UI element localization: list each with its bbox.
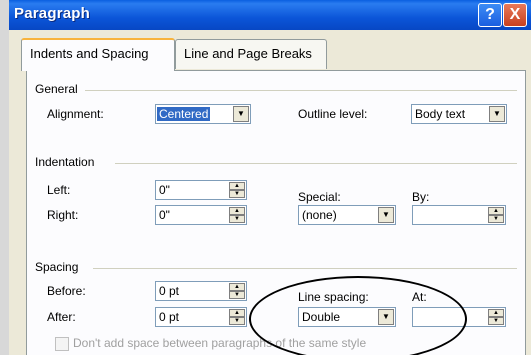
divider	[115, 163, 517, 164]
spin-up-icon[interactable]: ▲	[488, 207, 504, 215]
spin-up-icon[interactable]: ▲	[229, 182, 245, 190]
spin-down-icon[interactable]: ▼	[229, 317, 245, 325]
group-heading-spacing: Spacing	[35, 260, 79, 274]
by-label: By:	[412, 190, 430, 204]
right-indent-value: 0"	[159, 208, 170, 222]
right-indent-label: Right:	[47, 208, 79, 222]
chevron-down-icon[interactable]: ▼	[233, 106, 249, 122]
outline-level-dropdown[interactable]: Body text ▼	[411, 104, 507, 124]
spacing-after-value: 0 pt	[159, 310, 180, 324]
spin-up-icon[interactable]: ▲	[229, 207, 245, 215]
title-bar: Paragraph ? X	[9, 0, 531, 30]
spacing-after-stepper[interactable]: 0 pt ▲ ▼	[155, 307, 247, 327]
divider	[93, 268, 517, 269]
tab-label: Line and Page Breaks	[184, 46, 312, 61]
paragraph-dialog: Paragraph ? X Indents and Spacing Line a…	[9, 0, 531, 355]
spin-up-icon[interactable]: ▲	[229, 283, 245, 291]
background-window-edge	[0, 0, 9, 355]
spin-up-icon[interactable]: ▲	[229, 309, 245, 317]
spin-down-icon[interactable]: ▼	[229, 190, 245, 198]
dont-add-space-checkbox[interactable]	[55, 337, 69, 351]
spin-up-icon[interactable]: ▲	[488, 309, 504, 317]
left-indent-value: 0"	[159, 183, 170, 197]
divider	[85, 90, 517, 91]
tab-line-and-page-breaks[interactable]: Line and Page Breaks	[175, 39, 327, 69]
group-heading-general: General	[35, 82, 78, 96]
tab-indents-and-spacing[interactable]: Indents and Spacing	[21, 38, 175, 71]
left-indent-label: Left:	[47, 183, 71, 197]
alignment-value: Centered	[157, 107, 211, 121]
tab-label: Indents and Spacing	[30, 46, 149, 61]
spacing-before-label: Before:	[47, 284, 86, 298]
dialog-title: Paragraph	[14, 5, 90, 22]
special-dropdown[interactable]: (none) ▼	[298, 205, 396, 225]
alignment-label: Alignment:	[47, 107, 104, 121]
help-button[interactable]: ?	[478, 3, 502, 27]
left-indent-stepper[interactable]: 0" ▲ ▼	[155, 180, 247, 200]
alignment-dropdown[interactable]: Centered ▼	[155, 104, 251, 124]
spacing-before-value: 0 pt	[159, 284, 180, 298]
outline-level-label: Outline level:	[298, 107, 368, 121]
special-value: (none)	[302, 208, 337, 222]
close-button[interactable]: X	[503, 3, 527, 27]
special-label: Special:	[298, 190, 341, 204]
by-stepper[interactable]: ▲ ▼	[412, 205, 506, 225]
group-heading-indentation: Indentation	[35, 155, 95, 169]
spin-down-icon[interactable]: ▼	[229, 215, 245, 223]
chevron-down-icon[interactable]: ▼	[489, 106, 505, 122]
right-indent-stepper[interactable]: 0" ▲ ▼	[155, 205, 247, 225]
spacing-before-stepper[interactable]: 0 pt ▲ ▼	[155, 281, 247, 301]
spin-down-icon[interactable]: ▼	[229, 291, 245, 299]
outline-level-value: Body text	[415, 107, 466, 121]
spacing-after-label: After:	[47, 310, 76, 324]
annotation-ellipse	[249, 276, 467, 355]
chevron-down-icon[interactable]: ▼	[378, 207, 394, 223]
spin-down-icon[interactable]: ▼	[488, 215, 504, 223]
spin-down-icon[interactable]: ▼	[488, 317, 504, 325]
